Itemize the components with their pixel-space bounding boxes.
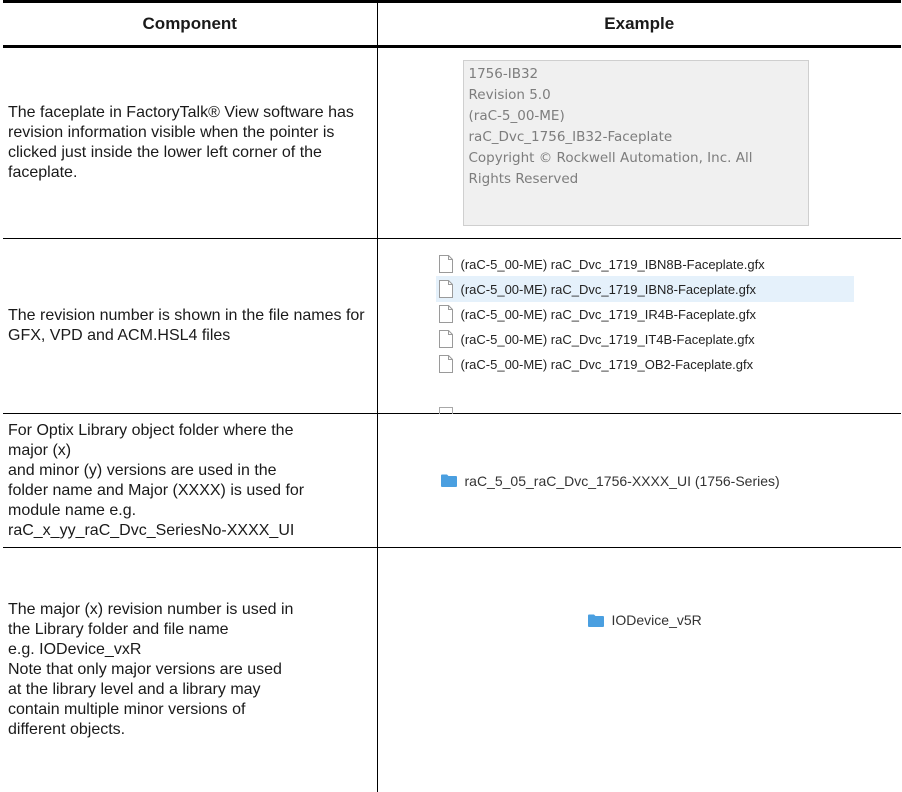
component-text: The revision number is shown in the file… bbox=[3, 238, 378, 414]
tooltip-line: raC_Dvc_1756_IB32-Faceplate bbox=[468, 129, 673, 145]
component-line: the Library folder and file name bbox=[8, 620, 229, 638]
component-text: The faceplate in FactoryTalk® View softw… bbox=[3, 46, 378, 239]
component-line: The major (x) revision number is used in bbox=[8, 600, 294, 618]
file-name: (raC-5_00-ME) raC_Dvc_1719_IR4B-Faceplat… bbox=[460, 306, 757, 322]
document-icon bbox=[438, 330, 453, 348]
folder-item[interactable]: IODevice_v5R bbox=[587, 612, 902, 628]
document-icon bbox=[438, 355, 453, 373]
tooltip-line: 1756-IB32 bbox=[468, 66, 539, 82]
folder-name: raC_5_05_raC_Dvc_1756-XXXX_UI (1756-Seri… bbox=[464, 472, 780, 489]
component-text: The major (x) revision number is used in… bbox=[3, 547, 378, 792]
file-name: (raC-5_00-ME) raC_Dvc_1719_OB2-Faceplate… bbox=[460, 356, 754, 372]
file-item[interactable]: (raC-5_00-ME) raC_Dvc_1719_IT4B-Faceplat… bbox=[436, 326, 854, 352]
header-component: Component bbox=[3, 0, 378, 48]
component-table: Component Example The faceplate in Facto… bbox=[3, 0, 901, 792]
example-cell: raC_5_05_raC_Dvc_1756-XXXX_UI (1756-Seri… bbox=[377, 413, 902, 548]
file-name: (raC-5_00-ME) raC_Dvc_1719_IBN8B-Facepla… bbox=[460, 256, 765, 272]
component-text: For Optix Library object folder where th… bbox=[3, 413, 378, 548]
tooltip-line: Rights Reserved bbox=[468, 171, 579, 187]
component-line: Note that only major versions are used bbox=[8, 660, 282, 678]
component-line: major (x) bbox=[8, 441, 72, 459]
tooltip-line: (raC-5_00-ME) bbox=[468, 108, 565, 124]
document-icon bbox=[438, 255, 453, 273]
document-icon bbox=[438, 280, 453, 298]
component-line: raC_x_yy_raC_Dvc_SeriesNo-XXXX_UI bbox=[8, 521, 295, 539]
header-example: Example bbox=[377, 0, 901, 48]
file-item[interactable]: (raC-5_00-ME) raC_Dvc_1719_OB2-Faceplate… bbox=[436, 351, 854, 377]
example-cell: (raC-5_00-ME) raC_Dvc_1719_IBN8B-Facepla… bbox=[377, 238, 902, 414]
component-line: For Optix Library object folder where th… bbox=[8, 421, 294, 439]
file-name: (raC-5_00-ME) raC_Dvc_1719_IBN8-Faceplat… bbox=[460, 281, 757, 297]
component-line: e.g. IODevice_vxR bbox=[8, 640, 142, 658]
component-line: folder name and Major (XXXX) is used for bbox=[8, 481, 305, 499]
file-item[interactable]: (raC-5_00-ME) raC_Dvc_1719_IR4B-Faceplat… bbox=[436, 301, 854, 327]
table-row: For Optix Library object folder where th… bbox=[3, 413, 902, 548]
example-cell: IODevice_v5R bbox=[377, 548, 901, 792]
component-line: contain multiple minor versions of bbox=[8, 700, 246, 718]
tooltip-line: Copyright © Rockwell Automation, Inc. Al… bbox=[468, 150, 753, 166]
component-line: at the library level and a library may bbox=[8, 680, 261, 698]
file-item[interactable]: (raC-5_00-ME) raC_Dvc_1719_IBN8B-Facepla… bbox=[436, 251, 854, 277]
folder-name: IODevice_v5R bbox=[611, 612, 702, 628]
component-line: and minor (y) versions are used in the bbox=[8, 461, 277, 479]
folder-icon bbox=[587, 614, 604, 627]
document-icon bbox=[438, 407, 453, 414]
file-item-selected[interactable]: (raC-5_00-ME) raC_Dvc_1719_IBN8-Faceplat… bbox=[435, 276, 854, 302]
document-icon bbox=[438, 305, 453, 323]
tooltip-line: Revision 5.0 bbox=[468, 87, 551, 103]
component-line: module name e.g. bbox=[8, 501, 137, 519]
table-row: The major (x) revision number is used in… bbox=[3, 547, 901, 792]
table-row: The faceplate in FactoryTalk® View softw… bbox=[3, 46, 901, 239]
file-name: (raC-5_00-ME) raC_Dvc_1719_IT4B-Faceplat… bbox=[460, 331, 755, 347]
file-list: (raC-5_00-ME) raC_Dvc_1719_IBN8B-Facepla… bbox=[378, 239, 902, 414]
folder-item[interactable]: raC_5_05_raC_Dvc_1756-XXXX_UI (1756-Seri… bbox=[440, 472, 902, 489]
folder-icon bbox=[440, 474, 457, 487]
faceplate-revision-tooltip: 1756-IB32 Revision 5.0 (raC-5_00-ME) raC… bbox=[462, 60, 809, 226]
table-row: The revision number is shown in the file… bbox=[3, 238, 902, 414]
component-line: different objects. bbox=[8, 720, 126, 738]
example-cell: 1756-IB32 Revision 5.0 (raC-5_00-ME) raC… bbox=[377, 46, 901, 239]
